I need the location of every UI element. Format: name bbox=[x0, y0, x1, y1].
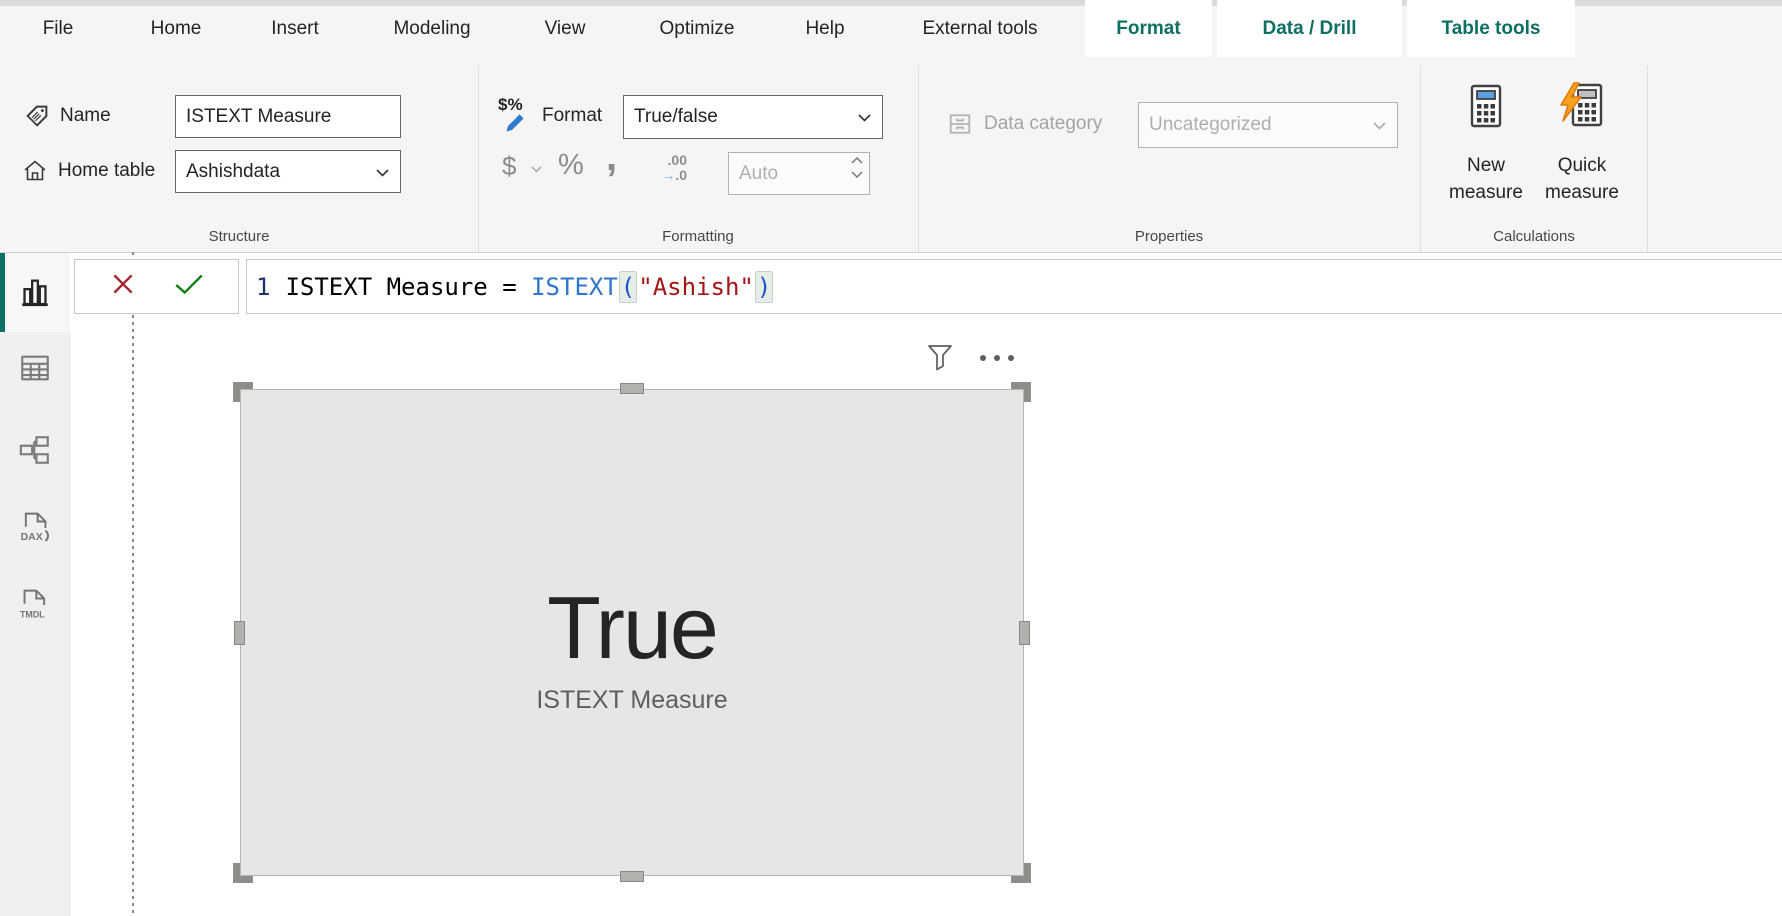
ribbon-divider bbox=[478, 65, 479, 252]
home-table-icon bbox=[22, 158, 48, 184]
cancel-formula-icon[interactable] bbox=[109, 270, 137, 303]
view-switcher-sidebar: DAX TMDL bbox=[0, 253, 70, 916]
card-label: ISTEXT Measure bbox=[536, 686, 727, 715]
decimal-arrow: → bbox=[661, 167, 675, 183]
svg-text:TMDL: TMDL bbox=[20, 609, 45, 619]
formula-close-paren: ) bbox=[755, 271, 773, 303]
quick-measure-button[interactable]: Quick measure bbox=[1536, 152, 1628, 206]
decimal-bottom: .0 bbox=[675, 167, 687, 183]
tmdl-view-icon[interactable]: TMDL bbox=[18, 588, 52, 622]
menu-external-tools[interactable]: External tools bbox=[922, 0, 1037, 57]
active-view-indicator bbox=[0, 253, 5, 332]
resize-handle-bottom-left[interactable] bbox=[233, 863, 253, 883]
menu-file[interactable]: File bbox=[43, 0, 74, 57]
visual-more-options-icon[interactable] bbox=[980, 355, 1014, 361]
stepper-down-icon bbox=[851, 171, 863, 178]
report-view-icon[interactable] bbox=[18, 275, 52, 309]
format-field-label: Format bbox=[542, 105, 602, 127]
decimal-places-stepper[interactable]: Auto bbox=[728, 152, 870, 195]
new-measure-button[interactable]: New measure bbox=[1441, 152, 1531, 206]
group-label-calculations: Calculations bbox=[1420, 228, 1648, 250]
home-table-label: Home table bbox=[58, 160, 155, 182]
menu-insert[interactable]: Insert bbox=[271, 0, 319, 57]
home-table-select[interactable]: Ashishdata bbox=[175, 150, 401, 193]
stepper-arrows[interactable] bbox=[851, 157, 863, 178]
menu-home[interactable]: Home bbox=[151, 0, 202, 57]
chevron-down-icon bbox=[376, 161, 389, 183]
format-icon: $% bbox=[496, 93, 534, 135]
resize-handle-top[interactable] bbox=[620, 383, 644, 394]
currency-format-button[interactable]: $ bbox=[502, 151, 516, 182]
resize-handle-bottom-right[interactable] bbox=[1011, 863, 1031, 883]
ribbon-divider bbox=[1647, 65, 1648, 252]
name-tag-icon bbox=[24, 103, 50, 129]
name-field-label: Name bbox=[60, 105, 111, 127]
group-label-structure: Structure bbox=[0, 228, 478, 250]
resize-handle-left[interactable] bbox=[234, 621, 245, 645]
formula-open-paren: ( bbox=[619, 271, 637, 303]
card-visual-body[interactable]: True ISTEXT Measure bbox=[240, 389, 1024, 876]
ribbon: Name Home table Ashishdata Structure $% bbox=[0, 57, 1782, 253]
thousands-separator-button[interactable]: , bbox=[606, 135, 617, 180]
decimal-top: .00 bbox=[668, 152, 687, 168]
quick-measure-icon[interactable] bbox=[1557, 81, 1605, 129]
powerbi-desktop-window: File Home Insert Modeling View Optimize … bbox=[0, 0, 1782, 916]
format-select[interactable]: True/false bbox=[623, 95, 883, 139]
new-measure-icon[interactable] bbox=[1468, 83, 1504, 129]
svg-text:$%: $% bbox=[498, 95, 523, 114]
dax-query-view-icon[interactable]: DAX bbox=[18, 511, 52, 545]
resize-handle-top-left[interactable] bbox=[233, 382, 253, 402]
tab-data-drill[interactable]: Data / Drill bbox=[1217, 0, 1402, 57]
dax-formula-input[interactable]: 1 ISTEXT Measure = ISTEXT("Ashish") bbox=[246, 259, 1782, 314]
menu-optimize[interactable]: Optimize bbox=[660, 0, 735, 57]
canvas-guide-dotted-line bbox=[132, 252, 134, 916]
svg-text:DAX: DAX bbox=[21, 532, 43, 543]
formula-line-number: 1 bbox=[256, 273, 270, 301]
card-value: True bbox=[547, 584, 717, 672]
tab-format-label: Format bbox=[1116, 18, 1180, 40]
model-view-icon[interactable] bbox=[18, 433, 52, 467]
percent-format-button[interactable]: % bbox=[558, 149, 584, 182]
data-category-label: Data category bbox=[984, 113, 1102, 135]
resize-handle-top-right[interactable] bbox=[1011, 382, 1031, 402]
table-view-icon[interactable] bbox=[18, 351, 52, 385]
currency-dropdown-chevron-icon[interactable] bbox=[531, 166, 542, 173]
formula-bar-actions bbox=[74, 259, 239, 314]
tab-table-tools[interactable]: Table tools bbox=[1407, 0, 1575, 57]
chevron-down-icon bbox=[858, 106, 871, 128]
report-canvas: 1 ISTEXT Measure = ISTEXT("Ashish") True … bbox=[70, 253, 1782, 916]
formula-function-name: ISTEXT bbox=[531, 273, 618, 301]
commit-formula-icon[interactable] bbox=[173, 272, 205, 301]
format-value: True/false bbox=[634, 106, 718, 128]
data-category-value: Uncategorized bbox=[1149, 114, 1272, 136]
tab-format[interactable]: Format bbox=[1085, 0, 1212, 57]
stepper-up-icon bbox=[851, 157, 863, 164]
decimal-places-icon[interactable]: .00 →.0 bbox=[645, 153, 687, 183]
visual-filter-icon[interactable] bbox=[925, 342, 955, 380]
tab-table-tools-label: Table tools bbox=[1442, 18, 1541, 40]
ribbon-divider bbox=[1420, 65, 1421, 252]
measure-name-input[interactable] bbox=[175, 95, 401, 138]
resize-handle-bottom[interactable] bbox=[620, 871, 644, 882]
data-category-select[interactable]: Uncategorized bbox=[1138, 102, 1398, 148]
decimal-places-value: Auto bbox=[739, 163, 778, 185]
formula-measure-definition: ISTEXT Measure = bbox=[285, 273, 531, 301]
formula-string-argument: "Ashish" bbox=[638, 273, 754, 301]
menubar: File Home Insert Modeling View Optimize … bbox=[0, 0, 1782, 57]
menu-view[interactable]: View bbox=[545, 0, 586, 57]
group-label-formatting: Formatting bbox=[478, 228, 918, 250]
home-table-value: Ashishdata bbox=[186, 161, 280, 183]
data-category-icon bbox=[946, 110, 974, 138]
card-visual[interactable]: True ISTEXT Measure bbox=[240, 389, 1024, 876]
group-label-properties: Properties bbox=[918, 228, 1420, 250]
menu-modeling[interactable]: Modeling bbox=[393, 0, 470, 57]
tab-data-drill-label: Data / Drill bbox=[1263, 18, 1357, 40]
menu-help[interactable]: Help bbox=[805, 0, 844, 57]
resize-handle-right[interactable] bbox=[1019, 621, 1030, 645]
chevron-down-icon bbox=[1373, 114, 1386, 136]
ribbon-divider bbox=[918, 65, 919, 252]
